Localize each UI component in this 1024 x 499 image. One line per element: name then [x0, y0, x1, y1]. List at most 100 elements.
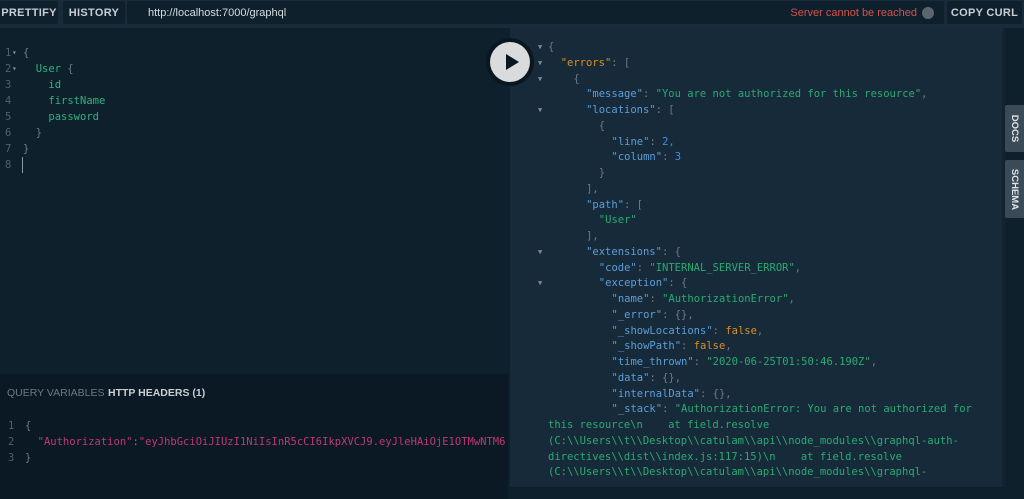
- variables-headers-panel: QUERY VARIABLES HTTP HEADERS (1) 1{2 "Au…: [0, 374, 508, 499]
- code-token: "2020-06-25T01:50:46.190Z": [706, 356, 871, 368]
- code-token: :: [681, 340, 694, 353]
- code-line: }: [25, 452, 31, 464]
- line-number: 7: [5, 143, 12, 155]
- code-token: "data": [611, 371, 650, 384]
- execute-query-button[interactable]: [486, 38, 534, 86]
- code-token: :: [643, 88, 656, 101]
- docs-tab-label: DOCS: [1009, 114, 1021, 143]
- copy-curl-button[interactable]: COPY CURL: [947, 1, 1022, 24]
- history-button[interactable]: HISTORY: [63, 1, 125, 24]
- result-viewer: ▼{▼ "errors": [▼{"message": "You are not …: [510, 28, 1004, 487]
- code-token: ,: [794, 261, 802, 274]
- code-token: : {},: [649, 371, 682, 384]
- code-token: id: [48, 79, 62, 91]
- result-line: "locations": [: [586, 104, 675, 116]
- result-line: (C:\\Users\\t\\Desktop\\catulam\\api\\no…: [548, 466, 927, 478]
- result-line: "line": 2,: [612, 136, 675, 148]
- code-token: "path": [586, 198, 625, 211]
- fold-arrow-icon[interactable]: ▼: [538, 75, 542, 83]
- code-token: :: [649, 135, 663, 148]
- prettify-button[interactable]: PRETTIFY: [0, 1, 58, 24]
- fold-arrow-icon[interactable]: ▼: [538, 279, 542, 287]
- schema-tab[interactable]: SCHEMA: [1005, 160, 1024, 218]
- code-token: {: [548, 41, 555, 53]
- code-token: {: [573, 72, 580, 85]
- result-line: "code": "INTERNAL_SERVER_ERROR",: [599, 262, 801, 274]
- code-token: ],: [586, 182, 599, 195]
- code-line: "Authorization":"eyJhbGciOiJIUzI1NiIsInR…: [25, 436, 506, 448]
- fold-arrow-icon[interactable]: ▼: [538, 59, 542, 67]
- fold-arrow-icon[interactable]: ▼: [538, 106, 542, 114]
- code-token: : [: [611, 56, 631, 69]
- code-token: "AuthorizationError: You are not authori…: [674, 403, 972, 416]
- code-token: : [: [624, 198, 643, 211]
- code-token: : {},: [662, 308, 694, 321]
- code-token: "AuthorizationError": [662, 293, 789, 305]
- result-line: {: [599, 120, 605, 132]
- code-line: password: [48, 111, 99, 123]
- code-token: {: [23, 47, 30, 59]
- code-token: }: [23, 143, 30, 155]
- tab-http-headers[interactable]: HTTP HEADERS (1): [108, 387, 205, 399]
- code-token: "User": [598, 214, 637, 227]
- code-token: "_stack": [611, 403, 663, 416]
- code-token: "extensions": [586, 245, 662, 258]
- endpoint-url-input[interactable]: http://localhost:7000/graphql Server can…: [127, 1, 944, 24]
- code-line: id: [48, 79, 61, 91]
- code-line: {: [25, 420, 31, 432]
- result-line: "extensions": {: [586, 246, 681, 258]
- code-token: (C:\\Users\\t\\Desktop\\catulam\\api\\no…: [548, 466, 928, 479]
- result-line: ],: [586, 183, 599, 195]
- result-line: "column": 3: [612, 151, 682, 163]
- code-token: ],: [586, 230, 599, 242]
- code-token: "code": [598, 261, 637, 274]
- fold-arrow-icon[interactable]: ▼: [538, 43, 542, 51]
- query-editor[interactable]: 1 ▾{2 ▾ User {3 id 4 firstName 5 password 6} 7} 8: [0, 30, 508, 372]
- line-number: 4: [5, 95, 12, 107]
- code-token: directives\\dist\\index.js:117:15)\n at …: [548, 450, 903, 463]
- code-token: : [: [655, 104, 675, 116]
- http-headers-editor[interactable]: 1{2 "Authorization":"eyJhbGciOiJIUzI1NiI…: [0, 414, 508, 494]
- code-token: }: [35, 127, 43, 139]
- code-token: }: [25, 452, 32, 464]
- result-line: (C:\\Users\\t\\Desktop\\catulam\\api\\no…: [548, 435, 959, 447]
- result-line: "time_thrown": "2020-06-25T01:50:46.190Z…: [612, 356, 878, 368]
- code-token: this resource\n at field.resolve: [548, 419, 770, 431]
- result-footer: [510, 487, 1024, 499]
- code-token: }: [598, 167, 606, 179]
- line-number: 3: [5, 79, 12, 91]
- code-token: 3: [674, 151, 682, 164]
- code-token: "name": [611, 293, 650, 305]
- result-line: "message": "You are not authorized for t…: [586, 88, 927, 100]
- code-token: :: [662, 403, 675, 416]
- docs-tab[interactable]: DOCS: [1005, 105, 1024, 152]
- code-token: firstName: [48, 95, 106, 107]
- code-line: {: [23, 47, 29, 59]
- fold-arrow-icon[interactable]: ▾: [12, 64, 17, 73]
- code-token: ,: [788, 293, 795, 305]
- result-line: "exception": {: [599, 277, 688, 289]
- result-line: "_error": {},: [612, 309, 694, 321]
- code-token: :: [649, 293, 663, 305]
- code-token: ,: [725, 340, 732, 353]
- code-token: "line": [611, 135, 650, 148]
- code-line: User {: [36, 63, 74, 75]
- text-cursor: [22, 157, 23, 173]
- result-line: "name": "AuthorizationError",: [612, 293, 795, 305]
- code-token: ,: [870, 356, 878, 368]
- code-token: "You are not authorized for this resourc…: [655, 88, 922, 101]
- code-line: }: [23, 143, 29, 155]
- toolbar: PRETTIFY HISTORY http://localhost:7000/g…: [0, 0, 1024, 28]
- play-icon: [505, 54, 519, 70]
- tab-query-variables[interactable]: QUERY VARIABLES: [7, 387, 104, 399]
- fold-arrow-icon[interactable]: ▼: [538, 248, 542, 256]
- code-token: "column": [611, 151, 663, 164]
- fold-arrow-icon[interactable]: ▾: [12, 48, 17, 57]
- result-scrollbar[interactable]: [1002, 28, 1005, 487]
- code-token: "_showLocations": [611, 324, 713, 337]
- result-line: {: [573, 73, 579, 85]
- result-line: "data": {},: [612, 372, 682, 384]
- code-token: (C:\\Users\\t\\Desktop\\catulam\\api\\no…: [548, 434, 959, 447]
- code-token: "_error": [611, 308, 663, 321]
- code-token: :: [662, 151, 675, 164]
